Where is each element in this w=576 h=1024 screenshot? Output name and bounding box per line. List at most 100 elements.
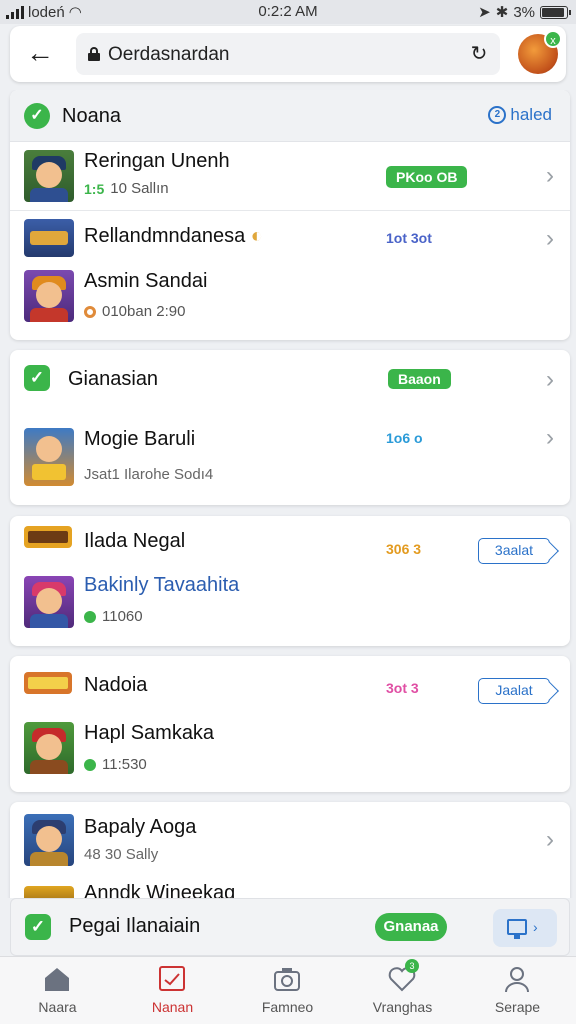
action-button[interactable]: 3aalat bbox=[478, 538, 550, 564]
game-thumbnail bbox=[24, 886, 74, 898]
bluetooth-icon: ✱ bbox=[495, 4, 509, 21]
profile-avatar[interactable]: x bbox=[518, 30, 562, 74]
action-bar-title: Pegai Ilanaiain bbox=[69, 915, 201, 937]
game-thumbnail bbox=[24, 722, 74, 774]
cast-button[interactable]: › bbox=[493, 909, 557, 947]
nav-label: Naara bbox=[38, 999, 77, 1015]
cast-icon bbox=[507, 919, 527, 939]
item-subtitle: 48 30 Sally bbox=[84, 846, 159, 863]
item-subtitle: 11:530 bbox=[84, 756, 147, 773]
item-title: Reringan Unenh bbox=[84, 150, 230, 172]
item-title: Rellandmndanesa ◐ bbox=[84, 225, 263, 248]
home-icon bbox=[45, 968, 69, 991]
status-badge: Baaon bbox=[388, 369, 451, 389]
item-title: Anndk Wineekag bbox=[84, 882, 236, 898]
reload-icon[interactable]: ↻ bbox=[468, 43, 490, 65]
notification-badge: 3 bbox=[405, 959, 419, 973]
nav-label: Serape bbox=[494, 999, 541, 1015]
nav-item-home[interactable]: Naara bbox=[0, 957, 115, 1024]
item-subtitle: 010ban 2:90 bbox=[84, 303, 185, 320]
list-item[interactable]: Asmin Sandai 010ban 2:90 bbox=[10, 266, 570, 340]
avatar-badge-icon: x bbox=[544, 30, 562, 48]
game-thumbnail bbox=[24, 576, 74, 628]
camera-icon bbox=[274, 968, 300, 991]
item-meta: 010ban 2:90 bbox=[102, 303, 186, 320]
back-arrow-icon[interactable]: ← bbox=[22, 36, 58, 72]
nav-item-profile[interactable]: Serape bbox=[460, 957, 575, 1024]
item-meta: 11:530 bbox=[102, 756, 147, 773]
status-bar: lodeń ◠ 0:2:2 AM ➤ ✱ 3% bbox=[0, 0, 576, 24]
action-button[interactable]: Jaalat bbox=[478, 678, 550, 704]
status-tag: 1o6 o bbox=[386, 430, 423, 446]
list-item[interactable]: Rellandmndanesa ◐ 1ot 3ot › bbox=[10, 210, 570, 266]
item-count: 1:5 bbox=[84, 180, 105, 197]
status-dot-icon bbox=[84, 758, 96, 771]
section-title: Gianasian bbox=[68, 368, 159, 390]
primary-action-button[interactable]: Gnanaa bbox=[375, 913, 447, 941]
profile-icon bbox=[505, 967, 529, 993]
bottom-action-bar: ✓ Pegai Ilanaiain Gnanaa › bbox=[10, 898, 570, 956]
battery-percent: 3% bbox=[513, 3, 535, 21]
chevron-right-icon: › bbox=[546, 162, 554, 189]
address-bar[interactable]: Oerdasnardan ↻ bbox=[76, 33, 500, 75]
list-item[interactable]: Bapaly Aoga 48 30 Sally › bbox=[10, 802, 570, 880]
section-card: Bapaly Aoga 48 30 Sally › Anndk Wineekag bbox=[10, 802, 570, 898]
status-right-group: ➤ ✱ 3% bbox=[478, 3, 571, 21]
status-dot-icon bbox=[84, 610, 96, 623]
nav-item-camera[interactable]: Famneo bbox=[230, 957, 345, 1024]
list-item[interactable]: Mogie Baruli 1o6 o Jsat1 Ilarohe Sodı4 › bbox=[10, 416, 570, 505]
item-title: Mogie Baruli bbox=[84, 428, 196, 450]
item-meta: 10 Sallın bbox=[110, 180, 169, 197]
nav-label: Vranghas bbox=[372, 999, 433, 1015]
section-card: Ilada Negal 306 3 3aalat Bakinly Tavaahi… bbox=[10, 516, 570, 646]
chevron-right-icon: › bbox=[546, 366, 554, 393]
bottom-navigation: Naara Nanan Famneo 3 Vranghas Serape bbox=[0, 956, 576, 1024]
list-item[interactable]: Ilada Negal 306 3 3aalat bbox=[10, 516, 570, 574]
section-header: ✓ Noana 2 haled bbox=[10, 90, 570, 142]
medal-icon: ◐ bbox=[245, 225, 263, 247]
browser-toolbar: ← Oerdasnardan ↻ x bbox=[10, 26, 566, 82]
content-list[interactable]: ✓ Noana 2 haled Reringan Unenh 1:5 10 Sa… bbox=[0, 90, 576, 898]
nav-item-favorites[interactable]: 3 Vranghas bbox=[345, 957, 460, 1024]
status-tag: 306 3 bbox=[386, 541, 422, 557]
battery-icon bbox=[540, 5, 571, 19]
list-item[interactable]: Nadoia 3ot 3 Jaalat bbox=[10, 656, 570, 714]
status-tag: 3ot 3 bbox=[386, 680, 419, 696]
nav-label: Nanan bbox=[151, 999, 194, 1015]
section-card: ✓ Noana 2 haled Reringan Unenh 1:5 10 Sa… bbox=[10, 90, 570, 340]
header-link[interactable]: 2 haled bbox=[488, 105, 552, 125]
section-title: Noana bbox=[62, 105, 121, 127]
heart-icon-wrap: 3 bbox=[387, 959, 419, 993]
list-item[interactable]: Hapl Samkaka 11:530 bbox=[10, 714, 570, 792]
game-logo bbox=[24, 526, 72, 548]
item-title: Asmin Sandai bbox=[84, 270, 208, 292]
section-header-row[interactable]: ✓ Gianasian Baaon › bbox=[10, 350, 570, 408]
clock-icon bbox=[84, 305, 96, 318]
list-item[interactable]: Bakinly Tavaahita 11060 bbox=[10, 574, 570, 646]
item-title-text: Rellandmndanesa bbox=[84, 225, 246, 247]
item-title: Hapl Samkaka bbox=[84, 722, 215, 744]
chevron-right-icon: › bbox=[546, 424, 554, 451]
item-subtitle: 1:5 10 Sallın bbox=[84, 180, 169, 197]
item-title: Bakinly Tavaahita bbox=[84, 574, 240, 596]
chevron-right-icon: › bbox=[533, 919, 538, 935]
shield-check-icon: ✓ bbox=[24, 103, 50, 129]
item-subtitle: Jsat1 Ilarohe Sodı4 bbox=[84, 466, 214, 483]
game-thumbnail bbox=[24, 814, 74, 866]
nav-label: Famneo bbox=[261, 999, 314, 1015]
item-title: Ilada Negal bbox=[84, 530, 186, 552]
chevron-right-icon: › bbox=[546, 225, 554, 252]
list-item[interactable]: Anndk Wineekag bbox=[10, 880, 570, 898]
item-meta: 11060 bbox=[102, 608, 143, 625]
location-icon: ➤ bbox=[478, 4, 491, 21]
item-title: Nadoia bbox=[84, 674, 148, 696]
nav-item-chart[interactable]: Nanan bbox=[115, 957, 230, 1024]
clock-icon: 2 bbox=[488, 106, 507, 124]
status-tag: 1ot 3ot bbox=[386, 230, 432, 246]
game-thumbnail bbox=[24, 270, 74, 322]
section-card: ✓ Gianasian Baaon › Mogie Baruli 1o6 o J… bbox=[10, 350, 570, 505]
list-item[interactable]: Reringan Unenh 1:5 10 Sallın PKoo OB › bbox=[10, 142, 570, 210]
section-card: Nadoia 3ot 3 Jaalat Hapl Samkaka 11:530 bbox=[10, 656, 570, 792]
url-text: Oerdasnardan bbox=[108, 44, 230, 65]
game-thumbnail bbox=[24, 219, 74, 257]
